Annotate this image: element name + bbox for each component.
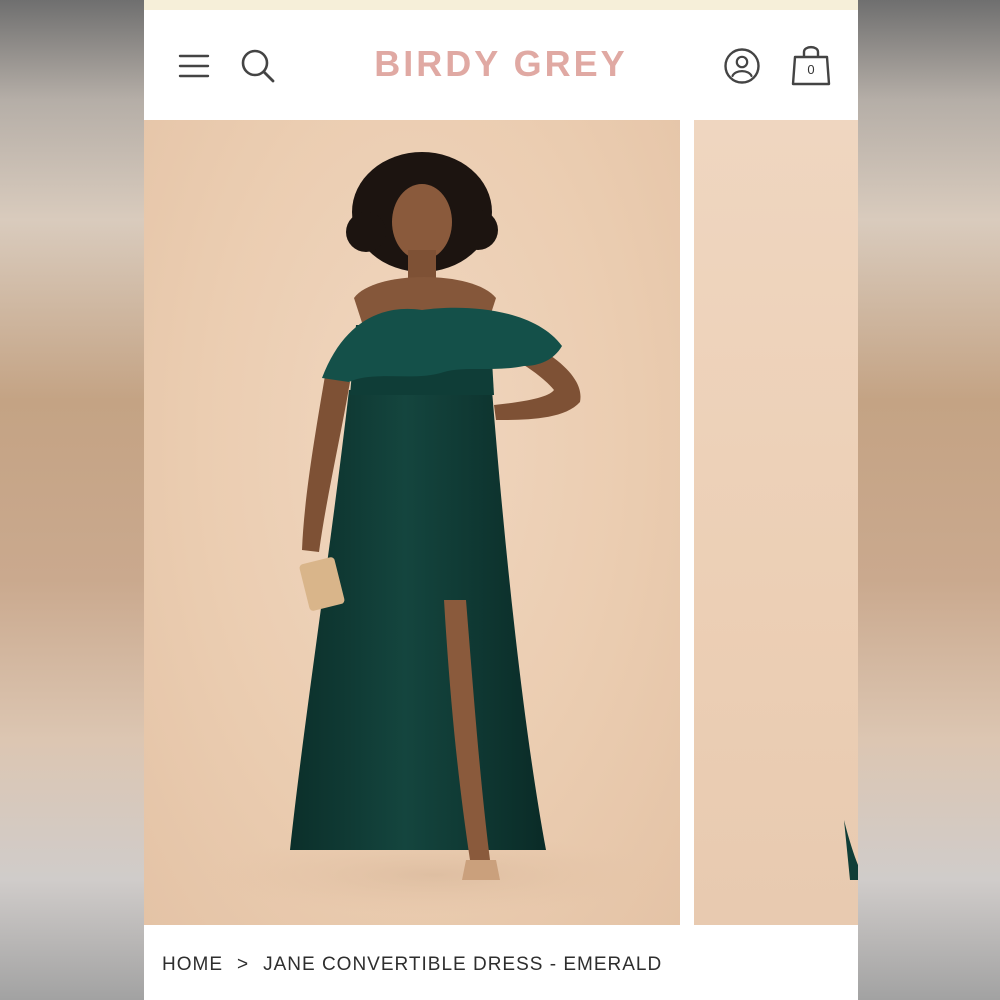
brand-logo[interactable]: BIRDY GREY	[324, 43, 678, 85]
product-image-next[interactable]	[694, 120, 858, 925]
hamburger-menu-icon	[178, 54, 210, 78]
next-slide-dress-hem	[844, 820, 858, 880]
menu-button[interactable]	[174, 46, 214, 86]
cart-count: 0	[807, 62, 815, 77]
user-account-icon	[724, 48, 760, 84]
blurred-background-right	[858, 0, 1000, 1000]
shopping-bag-button[interactable]: 0	[788, 40, 834, 90]
site-header: BIRDY GREY 0	[144, 10, 858, 120]
search-button[interactable]	[236, 44, 280, 88]
account-button[interactable]	[720, 44, 764, 88]
product-image-main[interactable]	[144, 120, 680, 925]
search-icon	[241, 49, 275, 83]
breadcrumb-home-link[interactable]: HOME	[162, 954, 223, 976]
mobile-page: BIRDY GREY 0 HOME > JANE CONVERTIBLE DRE…	[144, 0, 858, 1000]
product-gallery[interactable]	[144, 120, 858, 925]
breadcrumb-current: JANE CONVERTIBLE DRESS - EMERALD	[263, 954, 663, 975]
promo-strip	[144, 0, 858, 10]
breadcrumb: HOME > JANE CONVERTIBLE DRESS - EMERALD	[162, 954, 662, 976]
breadcrumb-separator: >	[237, 954, 250, 975]
blurred-background-left	[0, 0, 144, 1000]
model-in-dress-illustration	[204, 152, 664, 915]
